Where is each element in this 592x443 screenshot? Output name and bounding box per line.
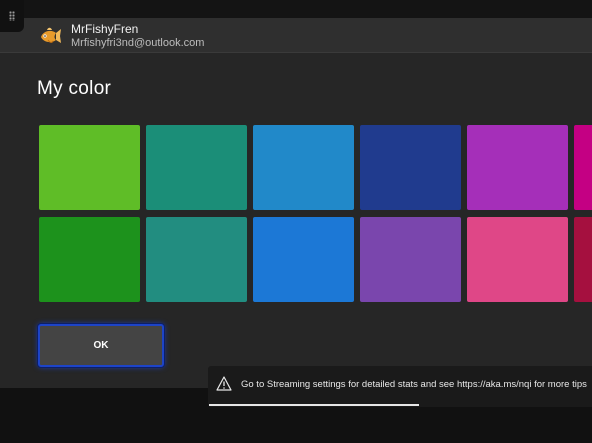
color-swatch[interactable] [574, 125, 592, 210]
ok-button[interactable]: OK [38, 324, 164, 367]
color-swatch[interactable] [39, 217, 140, 302]
color-swatch[interactable] [574, 217, 592, 302]
color-swatch[interactable] [360, 217, 461, 302]
color-swatch[interactable] [467, 217, 568, 302]
top-strip [0, 0, 592, 18]
goldfish-avatar [38, 24, 62, 48]
overlay-drag-handle[interactable] [0, 0, 24, 32]
color-swatch[interactable] [467, 125, 568, 210]
streaming-tip-toast: Go to Streaming settings for detailed st… [208, 366, 592, 407]
page-title: My color [37, 78, 112, 99]
color-swatch[interactable] [146, 125, 247, 210]
color-swatch[interactable] [360, 125, 461, 210]
color-swatch[interactable] [253, 217, 354, 302]
account-header: MrFishyFren Mrfishyfri3nd@outlook.com [0, 18, 592, 53]
account-email: Mrfishyfri3nd@outlook.com [71, 37, 205, 49]
warning-icon [216, 376, 232, 391]
color-swatch[interactable] [39, 125, 140, 210]
toast-message: Go to Streaming settings for detailed st… [241, 379, 587, 390]
toast-progress-track [209, 404, 591, 406]
color-swatch-grid [39, 125, 592, 303]
grip-icon [9, 11, 15, 21]
color-swatch[interactable] [146, 217, 247, 302]
gamertag: MrFishyFren [71, 22, 139, 36]
color-swatch[interactable] [253, 125, 354, 210]
screen: MrFishyFren Mrfishyfri3nd@outlook.com My… [0, 0, 592, 443]
toast-progress-fill [209, 404, 419, 406]
